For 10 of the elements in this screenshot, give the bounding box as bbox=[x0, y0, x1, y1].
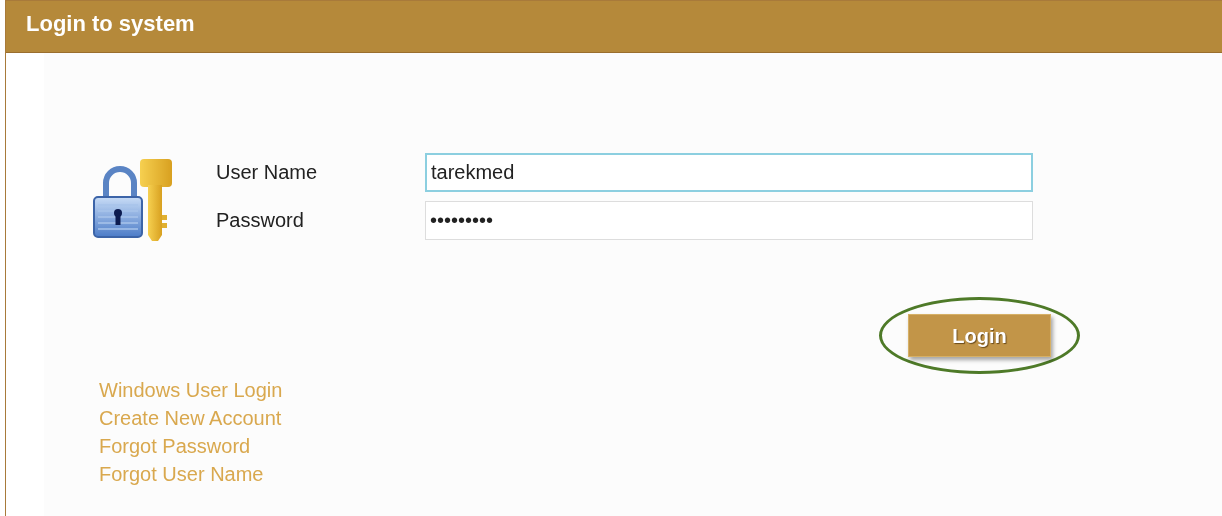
link[interactable]: Forgot User Name bbox=[99, 460, 264, 488]
panel-title: Login to system bbox=[26, 11, 195, 36]
password-field[interactable]: ••••••••• bbox=[425, 201, 1033, 240]
link[interactable]: Forgot Password bbox=[99, 432, 251, 460]
login-button[interactable]: Login bbox=[908, 314, 1051, 357]
field-label: User Name bbox=[216, 160, 319, 185]
field-label: Password bbox=[216, 208, 305, 233]
username-field[interactable]: tarekmed bbox=[425, 153, 1033, 192]
link[interactable]: Windows User Login bbox=[99, 376, 283, 404]
link[interactable]: Create New Account bbox=[99, 404, 282, 432]
